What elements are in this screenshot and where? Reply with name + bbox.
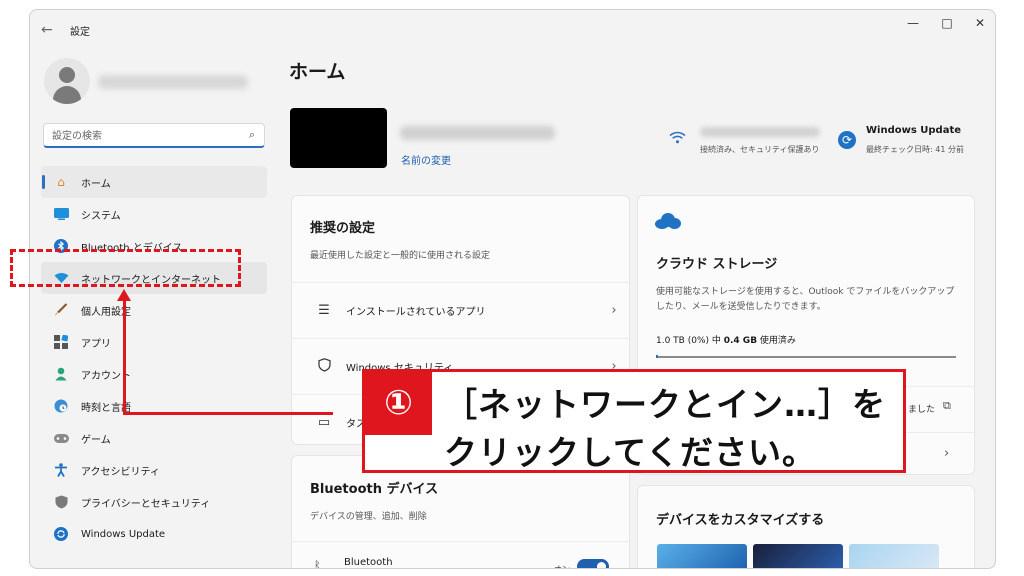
- storage-progress-fill: [656, 355, 658, 358]
- arrow-line: [123, 412, 333, 415]
- sidebar-item-label: Windows Update: [81, 528, 166, 540]
- settings-window: ← 設定 — □ ✕ ⌕ ⌂ ホーム システム Bluetooth とデバイス …: [29, 9, 996, 569]
- sidebar-item-windows-update[interactable]: Windows Update: [41, 518, 267, 550]
- sidebar-item-privacy[interactable]: プライバシーとセキュリティ: [41, 486, 267, 518]
- cloud-icon: [655, 213, 681, 229]
- network-status[interactable]: 接続済み、セキュリティ保護あり: [700, 144, 820, 155]
- divider: [292, 541, 629, 542]
- sidebar-item-time-language[interactable]: 時刻と言語: [41, 390, 267, 422]
- bluetooth-card-subtitle: デバイスの管理、追加、削除: [310, 512, 427, 522]
- maximize-button[interactable]: □: [935, 16, 959, 30]
- search-input[interactable]: [52, 125, 232, 148]
- sidebar-item-personalization[interactable]: 個人用設定: [41, 294, 267, 326]
- user-name-redacted: [98, 75, 248, 89]
- shield-icon: [53, 494, 69, 510]
- chevron-right-icon: ›: [611, 303, 617, 318]
- sidebar-item-gaming[interactable]: ゲーム: [41, 422, 267, 454]
- row-label: インストールされているアプリ: [346, 307, 486, 318]
- sidebar-nav: ⌂ ホーム システム Bluetooth とデバイス ネットワークとインターネッ…: [41, 166, 267, 550]
- recommended-subtitle: 最近使用した設定と一般的に使用される設定: [310, 251, 491, 261]
- windows-update-icon: ⟳: [838, 131, 856, 149]
- cloud-partial-text: ました: [908, 405, 936, 415]
- globe-clock-icon: [53, 398, 69, 414]
- highlight-box: [10, 249, 241, 287]
- wallpaper-thumbnail[interactable]: [753, 544, 843, 568]
- external-link-icon[interactable]: ⧉: [943, 399, 951, 413]
- page-title: ホーム: [289, 61, 346, 83]
- windows-update-status: 最終チェック日時: 41 分前: [866, 145, 964, 154]
- customize-title: デバイスをカスタマイズする: [656, 513, 825, 528]
- installed-apps-row[interactable]: ☰ インストールされているアプリ ›: [292, 282, 629, 338]
- usage-value: 0.4 GB: [723, 336, 758, 346]
- instruction-line-2: クリックしてください。: [444, 433, 817, 472]
- user-avatar[interactable]: [44, 58, 90, 104]
- instruction-line-1: ［ネットワークとイン…］を: [444, 385, 886, 424]
- sidebar-item-label: アプリ: [81, 338, 111, 350]
- sidebar-item-home[interactable]: ⌂ ホーム: [41, 166, 267, 198]
- device-image: [290, 108, 387, 168]
- network-name-redacted: [700, 127, 820, 137]
- accessibility-icon: [53, 462, 69, 478]
- list-icon: ☰: [318, 303, 330, 318]
- sidebar-item-label: ゲーム: [81, 434, 111, 446]
- settings-search-box[interactable]: ⌕: [43, 123, 265, 148]
- window-title: 設定: [70, 27, 90, 38]
- step-number-badge: ①: [365, 372, 432, 435]
- close-button[interactable]: ✕: [968, 16, 992, 30]
- wifi-status-icon: [669, 130, 686, 148]
- windows-update-title[interactable]: Windows Update: [866, 125, 961, 136]
- person-icon: [53, 366, 69, 382]
- usage-prefix: 1.0 TB (0%) 中: [656, 336, 724, 346]
- search-icon[interactable]: ⌕: [249, 128, 255, 142]
- bluetooth-toggle[interactable]: [577, 559, 609, 568]
- wallpaper-thumbnail[interactable]: [849, 544, 939, 568]
- sidebar-item-label: プライバシーとセキュリティ: [81, 498, 211, 510]
- storage-progress-bar: [656, 355, 956, 358]
- sidebar-item-apps[interactable]: アプリ: [41, 326, 267, 358]
- cloud-title: クラウド ストレージ: [656, 257, 778, 272]
- recommended-title: 推奨の設定: [310, 221, 376, 236]
- back-arrow-icon[interactable]: ←: [41, 22, 53, 38]
- instruction-banner: ① ［ネットワークとイン…］を クリックしてください。: [362, 369, 906, 473]
- update-icon: [53, 526, 69, 542]
- wallpaper-thumbnail[interactable]: [657, 544, 747, 568]
- cloud-desc-1: 使用可能なストレージを使用すると、Outlook でファイルをバックアップ: [656, 287, 955, 297]
- gamepad-icon: [53, 430, 69, 446]
- minimize-button[interactable]: —: [901, 16, 925, 30]
- sidebar-item-label: アクセシビリティ: [81, 466, 160, 478]
- device-name-redacted: [400, 126, 555, 140]
- sidebar-item-accessibility[interactable]: アクセシビリティ: [41, 454, 267, 486]
- shield-outline-icon: [304, 357, 344, 376]
- bluetooth-card-title: Bluetooth デバイス: [310, 482, 439, 497]
- home-icon: ⌂: [57, 175, 65, 189]
- sidebar-item-accounts[interactable]: アカウント: [41, 358, 267, 390]
- sidebar-item-system[interactable]: システム: [41, 198, 267, 230]
- usage-suffix: 使用済み: [757, 336, 796, 346]
- rename-link[interactable]: 名前の変更: [401, 152, 451, 167]
- bluetooth-symbol-icon: ᛒ: [314, 559, 321, 569]
- chevron-right-icon[interactable]: ›: [944, 446, 949, 461]
- storage-usage: 1.0 TB (0%) 中 0.4 GB 使用済み: [656, 333, 796, 346]
- arrow-line: [123, 300, 126, 415]
- sidebar-item-label: ホーム: [81, 178, 111, 190]
- brush-icon: [53, 302, 69, 318]
- cloud-desc-2: したり、メールを送受信したりできます。: [656, 302, 826, 312]
- apps-icon: [53, 334, 69, 350]
- monitor-icon: [53, 206, 69, 222]
- toggle-label: オン: [554, 564, 570, 568]
- bluetooth-row-label: Bluetooth: [344, 557, 393, 568]
- sidebar-item-label: システム: [81, 210, 121, 222]
- taskbar-icon: ▭: [317, 415, 331, 430]
